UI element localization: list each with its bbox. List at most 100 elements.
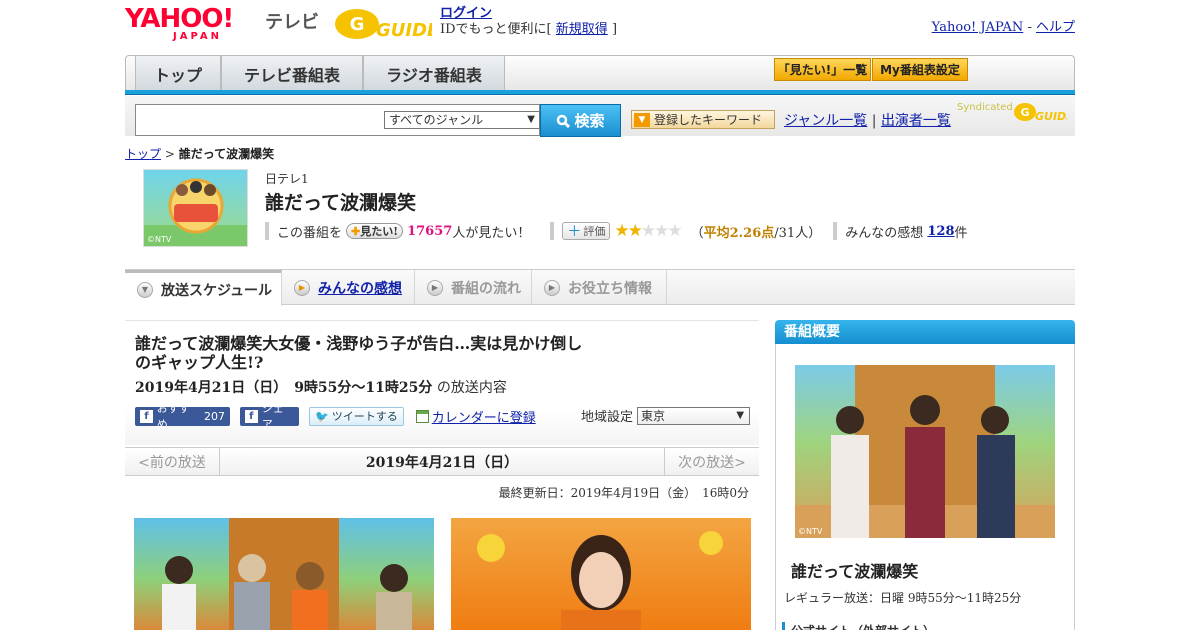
nav-tab-top[interactable]: トップ — [135, 56, 221, 91]
link-separator: - — [1027, 20, 1032, 35]
nav-stripe — [125, 90, 1075, 95]
nav-tab-radio-schedule[interactable]: ラジオ番組表 — [363, 56, 505, 91]
rating-open: （ — [690, 225, 704, 241]
tweet-button[interactable]: 🐦 ツイートする — [309, 406, 404, 426]
genre-select[interactable]: すべてのジャンル ▼ — [384, 111, 540, 129]
fb-share-label: シェア — [261, 402, 284, 431]
mitai-suffix: 人が見たい！ — [452, 225, 531, 241]
sidebar-official-site[interactable]: 公式サイト（外部サイト） — [782, 622, 935, 630]
episode-photo-2 — [451, 518, 751, 630]
gguide-logo: G GUIDE — [334, 6, 440, 42]
sidebar-regular-broadcast: レギュラー放送：日曜 9時55分～11時25分 — [784, 591, 1022, 605]
tab-label: 放送スケジュール — [161, 282, 273, 299]
star-empty-icon: ★ — [640, 221, 656, 241]
breadcrumb: トップ > 誰だって波瀾爆笑 — [125, 145, 274, 162]
thumbnail-credit: ©NTV — [147, 235, 172, 244]
episode-title: 誰だって波瀾爆笑大女優・浅野ゆう子が告白…実は見かけ倒しのギャップ人生!? — [135, 334, 583, 372]
sidebar-program-title: 誰だって波瀾爆笑 — [791, 562, 919, 581]
genre-links: ジャンル一覧 | 出演者一覧 — [784, 110, 951, 130]
rating-average: 平均2.26点 — [703, 225, 775, 241]
last-updated: 最終更新日：2019年4月19日（金） 16時0分 — [498, 486, 749, 500]
login-link[interactable]: ログイン — [440, 6, 492, 21]
channel-name: 日テレ1 — [265, 172, 309, 186]
syndicated-gguide-text: GUIDE — [1035, 110, 1067, 123]
impressions-count-link[interactable]: 128 — [927, 224, 954, 239]
region-value: 東京 — [641, 408, 666, 423]
plus-icon: ＋ — [567, 224, 582, 240]
fb-recommend-count: 207 — [204, 409, 225, 423]
rating-count: /31人） — [774, 225, 822, 241]
divider-bar — [265, 222, 269, 240]
calendar-icon — [415, 409, 429, 423]
mitai-count: 17657 — [407, 223, 453, 239]
region-select[interactable]: 東京 ▼ — [637, 406, 751, 425]
next-broadcast-link[interactable]: 次の放送> — [664, 448, 759, 475]
impressions-label: みんなの感想 — [845, 225, 924, 241]
yahoo-japan-link[interactable]: Yahoo! JAPAN — [932, 20, 1024, 35]
tab-impressions[interactable]: ▶ みんなの感想 — [282, 270, 415, 305]
chevron-down-icon: ▼ — [527, 114, 535, 125]
twitter-bird-icon: 🐦 — [315, 409, 329, 423]
eval-button[interactable]: ＋評価 — [562, 222, 611, 240]
search-button[interactable]: 検索 — [540, 104, 621, 137]
rating-stars: ★★★★★ — [614, 221, 682, 241]
keyword-button[interactable]: ▼ 登録したキーワード — [631, 110, 775, 129]
tab-broadcast-schedule[interactable]: ▼ 放送スケジュール — [125, 270, 282, 306]
signup-close: ] — [611, 22, 618, 37]
date-nav: <前の放送 2019年4月21日（日） 次の放送> — [125, 447, 759, 476]
episode-date-row: 2019年4月21日（日） 9時55分～11時25分 の放送内容 — [135, 377, 507, 397]
current-broadcast-date: 2019年4月21日（日） — [365, 454, 519, 471]
login-block: ログイン IDでもっと便利に[ 新規取得 ] — [440, 6, 617, 38]
star-filled-icon: ★ — [627, 221, 643, 241]
nav-tab-tv-schedule[interactable]: テレビ番組表 — [221, 56, 363, 91]
episode-date-suffix: の放送内容 — [436, 380, 507, 396]
content-tabs: ▼ 放送スケジュール ▶ みんなの感想 ▶ 番組の流れ ▶ お役立ち情報 — [125, 269, 1075, 306]
my-schedule-button[interactable]: My番組表設定 — [872, 58, 968, 81]
yahoo-japan-logo[interactable]: YAHOO! JAPAN — [125, 6, 234, 42]
fb-share-button[interactable]: f シェア — [240, 402, 299, 431]
help-link[interactable]: ヘルプ — [1036, 20, 1075, 35]
star-filled-icon: ★ — [614, 221, 629, 241]
mitai-button-label: 見たい! — [360, 225, 399, 238]
calendar-register[interactable]: カレンダーに登録 — [415, 407, 536, 426]
calendar-link[interactable]: カレンダーに登録 — [432, 407, 536, 426]
divider-bar — [550, 222, 555, 240]
star-empty-icon: ★ — [667, 221, 682, 241]
syndicated-gguide-logo: G GUIDE — [1013, 100, 1074, 124]
tab-label: お役立ち情報 — [568, 280, 652, 297]
svg-text:G: G — [350, 14, 365, 35]
login-desc: IDでもっと便利に[ — [440, 22, 552, 37]
main-nav: トップ テレビ番組表 ラジオ番組表 「見たい!」一覧 My番組表設定 — [125, 55, 1075, 91]
chevron-right-icon: ▶ — [427, 279, 443, 296]
performer-list-link[interactable]: 出演者一覧 — [881, 113, 951, 129]
chevron-right-icon: ▶ — [544, 279, 560, 296]
genre-list-link[interactable]: ジャンル一覧 — [784, 113, 867, 129]
top-right-links: Yahoo! JAPAN - ヘルプ — [932, 16, 1075, 35]
search-button-label: 検索 — [574, 112, 605, 130]
impressions-unit: 件 — [954, 225, 968, 241]
keyword-button-label: 登録したキーワード — [654, 113, 763, 127]
star-empty-icon: ★ — [654, 221, 669, 241]
breadcrumb-top[interactable]: トップ — [125, 147, 161, 161]
svg-text:G: G — [1020, 106, 1029, 119]
breadcrumb-current: 誰だって波瀾爆笑 — [178, 147, 275, 161]
tab-program-flow[interactable]: ▶ 番組の流れ — [415, 270, 532, 305]
fb-recommend-button[interactable]: f おすすめ 207 — [135, 402, 230, 431]
sidebar-header: 番組概要 — [775, 320, 1075, 344]
sidebar-program-photo: ©NTV — [795, 365, 1055, 538]
region-label: 地域設定 — [581, 410, 634, 425]
eval-button-label: 評価 — [583, 225, 606, 238]
mitai-prefix: この番組を — [277, 225, 343, 241]
program-info-row: この番組を ✚ 見たい! 17657 人が見たい！ ＋評価 ★★★★★ （平均2.… — [265, 221, 968, 241]
tv-label[interactable]: テレビ — [265, 8, 319, 34]
divider-bar — [833, 222, 838, 240]
fb-recommend-label: おすすめ — [156, 402, 190, 431]
mitai-button[interactable]: ✚ 見たい! — [346, 223, 404, 239]
facebook-icon: f — [140, 409, 153, 423]
chevron-right-icon: ▶ — [294, 279, 310, 296]
prev-broadcast-link[interactable]: <前の放送 — [125, 448, 220, 475]
mitai-list-button[interactable]: 「見たい!」一覧 — [774, 58, 871, 81]
signup-link[interactable]: 新規取得 — [556, 22, 608, 37]
episode-date: 2019年4月21日（日） 9時55分～11時25分 — [135, 380, 433, 396]
tab-useful-info[interactable]: ▶ お役立ち情報 — [532, 270, 667, 305]
